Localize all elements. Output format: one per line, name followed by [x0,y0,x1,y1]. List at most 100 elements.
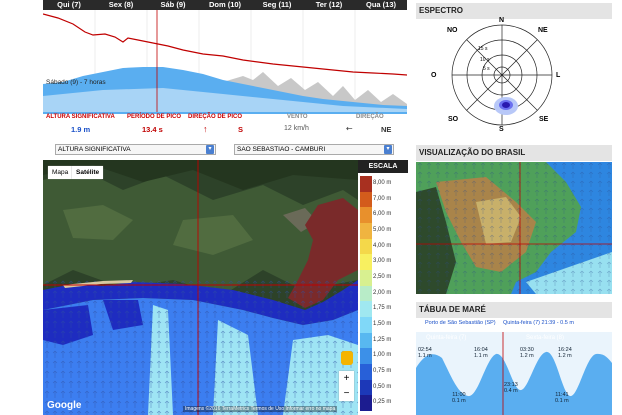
tide-day-label: Sexta-feira (8) [526,335,565,341]
satellite-map[interactable] [43,160,358,415]
zoom-in-button[interactable]: + [339,371,354,386]
wind-direction-arrow-icon: ↙ [343,122,355,135]
wind-value: 12 km/h [284,125,309,132]
zoom-control: + − [339,371,354,401]
day-label[interactable]: Sáb (9) [147,0,199,10]
compass-o-label: O [431,72,437,79]
scale-value: 2,50 m [373,273,392,280]
metric-label: PERÍODO DE PICO [127,114,182,120]
day-label[interactable]: Ter (12) [303,0,355,10]
peak-direction-value: S [238,125,244,134]
height-scale: ESCALA 8,00 m 7,00 m 6,00 m 5,00 m 4,00 m 3,0… [358,160,408,415]
scale-value: 4,00 m [373,242,392,249]
scale-value: 1,75 m [373,305,392,312]
brazil-map[interactable] [416,162,612,294]
scale-swatch [360,395,372,411]
scale-value: 3,00 m [373,258,392,265]
tide-event: 16:04 1.1 m [474,347,488,359]
tide-day-label: Quinta-feira (7) [426,335,467,341]
tide-height: 1.2 m [558,353,572,359]
metric-label: DIREÇÃO DE PICO [188,114,243,120]
tide-location: Porto de São Sebastião (SP) [425,320,496,326]
ring-label: 5 s [483,66,490,72]
peak-period-value: 13.4 s [142,125,163,134]
scale-swatch [360,176,372,192]
metric-label: VENTO [287,114,308,120]
tide-event: 23:13 0.4 m [504,382,518,394]
day-label[interactable]: Qua (13) [355,0,407,10]
tide-event: 11:41 0.1 m [555,392,569,404]
tide-height: 1.1 m [418,353,432,359]
tide-height: 0.4 m [504,388,518,394]
metric-label: ALTURA SIGNIFICATIVA [46,114,115,120]
page: Qui (7) Sex (8) Sáb (9) Dom (10) Seg (11… [0,0,622,415]
tide-datetime: Quinta-feira (7) 21:39 - 0.5 m [503,320,574,326]
location-select[interactable]: SÃO SEBASTIÃO - CAMBURI [234,144,394,155]
scale-swatch [360,364,372,380]
brazil-title: VISUALIZAÇÃO DO BRASIL [416,145,612,161]
scale-value: 0,75 m [373,367,392,374]
scale-value: 2,00 m [373,289,392,296]
compass-so-label: SO [448,116,459,123]
metric-label: DIREÇÃO [356,114,384,120]
map-attribution[interactable]: Imagens ©2016 TerraMetrics Termos de Uso… [183,406,338,412]
scale-swatch [360,191,372,208]
day-label[interactable]: Qui (7) [43,0,95,10]
scale-value: 7,00 m [373,195,392,202]
compass-n-label: N [499,17,505,24]
scale-swatch [360,301,372,317]
scale-title: ESCALA [358,160,408,173]
spectrum-plot [416,19,612,131]
tide-height: 1.1 m [474,353,488,359]
compass-s-label: S [499,126,504,133]
scale-swatch [360,238,372,255]
day-label[interactable]: Dom (10) [199,0,251,10]
scale-value: 0,50 m [373,383,392,390]
day-bar: Qui (7) Sex (8) Sáb (9) Dom (10) Seg (11… [43,0,407,10]
street-view-pegman-icon[interactable] [341,351,353,365]
scale-value: 6,00 m [373,211,392,218]
day-label[interactable]: Sex (8) [95,0,147,10]
tide-height: 0.1 m [452,398,466,404]
scale-swatch [360,317,372,333]
scale-swatch [360,348,372,364]
compass-ne-label: NE [538,27,548,34]
tide-chart [416,318,612,415]
scale-swatch [360,379,372,396]
tide-event: 16:24 1.2 m [558,347,572,359]
ring-label: 15 s [478,46,488,52]
forecast-chart[interactable] [43,10,407,114]
scale-swatch [360,254,372,270]
scale-value: 1,25 m [373,336,392,343]
zoom-out-button[interactable]: − [339,386,354,401]
wind-direction-value: NE [381,125,392,134]
tide-event: 02:54 1.1 m [418,347,432,359]
compass-se-label: SE [539,116,549,123]
scale-value: 5,00 m [373,226,392,233]
chevron-down-icon[interactable]: ▾ [384,145,392,154]
spectrum-title: ESPECTRO [416,3,612,19]
tide-event: 03:30 1.2 m [520,347,534,359]
chevron-down-icon[interactable]: ▾ [206,145,214,154]
tide-title: TÁBUA DE MARÉ [416,302,612,318]
scale-value: 1,00 m [373,352,392,359]
scale-value: 8,00 m [373,179,392,186]
wave-height-value: 1.9 m [71,125,91,134]
scale-value: 1,50 m [373,320,392,327]
peak-direction-arrow-icon: ↑ [203,124,208,134]
tide-height: 0.1 m [555,398,569,404]
tide-event: 11:00 0.1 m [452,392,466,404]
chart-annotation: Sábado (9) - 7 horas [46,79,106,86]
google-logo: Google [47,400,82,411]
map-type-map-button[interactable]: Mapa [48,166,73,179]
map-type-satellite-button[interactable]: Satélite [72,166,104,179]
day-label[interactable]: Seg (11) [251,0,303,10]
compass-l-label: L [556,72,561,79]
scale-swatch [360,332,372,349]
scale-swatch [360,207,372,223]
scale-swatch [360,270,372,286]
tide-height: 1.2 m [520,353,534,359]
variable-select[interactable]: ALTURA SIGNIFICATIVA [55,144,216,155]
scale-value: 0,25 m [373,399,392,406]
compass-no-label: NO [447,27,458,34]
